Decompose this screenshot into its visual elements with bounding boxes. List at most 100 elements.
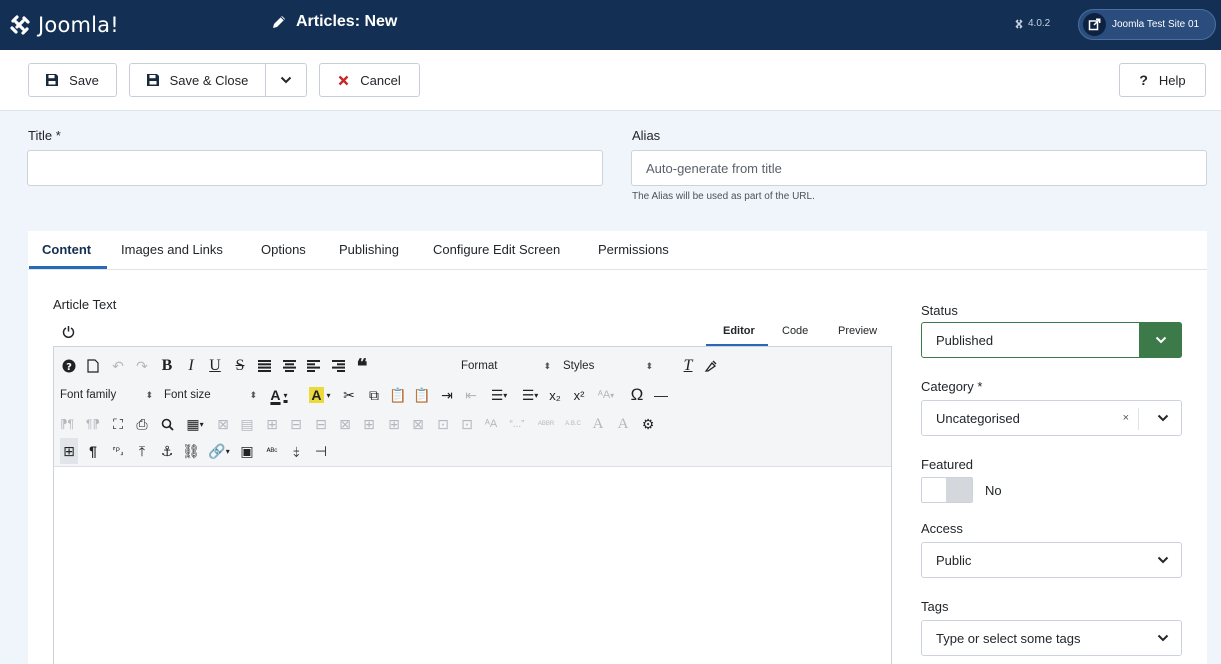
table-split-cells-icon[interactable]: ⊡: [434, 411, 452, 437]
format-select[interactable]: Format ⬍: [457, 355, 557, 377]
paint-format-icon[interactable]: [702, 353, 720, 379]
tab-configure-edit-screen[interactable]: Configure Edit Screen: [433, 231, 560, 270]
save-dropdown-button[interactable]: [265, 63, 307, 97]
show-blocks-icon[interactable]: ¶: [84, 438, 102, 464]
table-delete-icon[interactable]: ⊠: [214, 411, 232, 437]
copy-icon[interactable]: ⧉: [365, 382, 383, 408]
strikethrough-icon[interactable]: S: [231, 353, 249, 379]
spellcheck-icon[interactable]: ᴬᴮᶜ: [263, 438, 281, 464]
paste-icon[interactable]: 📋: [389, 382, 407, 408]
horizontal-rule-icon[interactable]: —: [652, 382, 670, 408]
table-merge-cells-icon[interactable]: ⊡: [458, 411, 476, 437]
mode-editor[interactable]: Editor: [723, 325, 755, 337]
mode-preview[interactable]: Preview: [838, 325, 877, 337]
table-icon[interactable]: ▦ ▾: [182, 411, 208, 437]
template-icon[interactable]: ⸢ᴾ⸥: [109, 438, 127, 464]
align-left-icon[interactable]: [304, 353, 322, 379]
joomla-version-icon: [1015, 18, 1023, 29]
outdent-icon[interactable]: ⇤: [462, 382, 480, 408]
help-button[interactable]: ? Help: [1119, 63, 1206, 97]
brand-name: Joomla!: [38, 13, 119, 37]
align-center-icon[interactable]: [280, 353, 298, 379]
save-button[interactable]: Save: [28, 63, 117, 97]
styles-select-label: Styles: [563, 360, 595, 372]
redo-icon[interactable]: ↷: [133, 353, 151, 379]
superscript-icon[interactable]: x²: [570, 382, 588, 408]
tab-images-and-links[interactable]: Images and Links: [121, 231, 223, 270]
upload-icon[interactable]: ⤒: [133, 438, 151, 464]
cancel-button[interactable]: Cancel: [319, 63, 420, 97]
featured-toggle[interactable]: [921, 477, 973, 503]
tab-options[interactable]: Options: [261, 231, 306, 270]
insert-block-icon[interactable]: ⊣: [312, 438, 330, 464]
special-character-icon[interactable]: Ω: [628, 382, 646, 408]
abbr-icon[interactable]: ABBR: [535, 411, 557, 437]
align-right-icon[interactable]: [329, 353, 347, 379]
styles-select[interactable]: Styles ⬍: [559, 355, 659, 377]
tab-content[interactable]: Content: [42, 231, 91, 270]
table-delete-row-icon[interactable]: ⊠: [336, 411, 354, 437]
unlink-icon[interactable]: ⛓: [182, 438, 200, 464]
image-icon[interactable]: ▣: [238, 438, 256, 464]
bullet-list-icon[interactable]: ☰ ▾: [518, 382, 542, 408]
table-insert-col-after-icon[interactable]: ⊞: [385, 411, 403, 437]
font-size-select[interactable]: Font size ⬍: [160, 384, 263, 406]
blockquote-icon[interactable]: ❝: [353, 353, 371, 379]
save-close-button[interactable]: Save & Close: [129, 63, 266, 97]
underline-icon[interactable]: U: [206, 353, 224, 379]
table-row-props-icon[interactable]: ▤: [238, 411, 256, 437]
help-icon[interactable]: ?: [60, 353, 78, 379]
access-select[interactable]: Public: [921, 542, 1182, 578]
category-select[interactable]: Uncategorised ×: [921, 400, 1182, 436]
fullscreen-icon[interactable]: ⛶: [109, 411, 127, 437]
alias-input[interactable]: [631, 150, 1207, 186]
indent-icon[interactable]: ⇥: [438, 382, 456, 408]
visual-aid-icon[interactable]: ⊞: [60, 438, 78, 464]
quote-icon[interactable]: “...”: [506, 411, 528, 437]
align-justify-icon[interactable]: [255, 353, 273, 379]
page-break-icon[interactable]: ⤈: [287, 438, 305, 464]
clear-formatting-icon[interactable]: T: [679, 353, 697, 379]
anchor-icon[interactable]: ⚓: [158, 438, 176, 464]
table-insert-row-before-icon[interactable]: ⊟: [287, 411, 305, 437]
title-input[interactable]: [27, 150, 603, 186]
joomla-logo[interactable]: Joomla!: [8, 8, 119, 42]
ltr-icon[interactable]: ⁋¶: [58, 411, 76, 437]
new-document-icon[interactable]: [84, 353, 102, 379]
power-icon[interactable]: [62, 325, 75, 338]
highlight-color-icon[interactable]: A ▾: [306, 382, 334, 408]
gear-icon[interactable]: ⚙: [639, 411, 657, 437]
tags-select[interactable]: Type or select some tags: [921, 620, 1182, 656]
table-delete-col-icon[interactable]: ⊠: [409, 411, 427, 437]
print-icon[interactable]: ⎙: [133, 411, 151, 437]
insert-text-icon[interactable]: A: [589, 411, 607, 437]
table-insert-row-after-icon[interactable]: ⊟: [312, 411, 330, 437]
italic-icon[interactable]: I: [182, 353, 200, 379]
paste-text-icon[interactable]: 📋: [413, 382, 431, 408]
letter-spacing-icon[interactable]: ᴬA ▾: [593, 382, 619, 408]
clear-icon[interactable]: ×: [1123, 412, 1129, 424]
subscript-icon[interactable]: x₂: [546, 382, 564, 408]
mode-code[interactable]: Code: [782, 325, 808, 337]
visual-chars-icon[interactable]: ᴬA: [482, 411, 500, 437]
table-cell-props-icon[interactable]: ⊞: [263, 411, 281, 437]
tab-publishing[interactable]: Publishing: [339, 231, 399, 270]
cut-icon[interactable]: ✂: [340, 382, 358, 408]
search-icon[interactable]: [158, 411, 176, 437]
status-select[interactable]: Published: [921, 322, 1182, 358]
tab-permissions[interactable]: Permissions: [598, 231, 669, 270]
acronym-icon[interactable]: A.B.C: [562, 411, 584, 437]
text-color-icon[interactable]: A ▾: [265, 382, 293, 408]
bold-icon[interactable]: B: [158, 353, 176, 379]
chevron-down-icon: [1157, 414, 1169, 422]
delete-text-icon[interactable]: A: [614, 411, 632, 437]
font-family-select[interactable]: Font family ⬍: [56, 384, 159, 406]
table-insert-col-before-icon[interactable]: ⊞: [360, 411, 378, 437]
link-icon[interactable]: 🔗 ▾: [206, 438, 232, 464]
undo-icon[interactable]: ↶: [109, 353, 127, 379]
version-info: 4.0.2: [1014, 18, 1050, 29]
rtl-icon[interactable]: ¶⁋: [84, 411, 102, 437]
site-name: Joomla Test Site 01: [1112, 19, 1200, 30]
site-link[interactable]: Joomla Test Site 01: [1078, 9, 1216, 40]
numbered-list-icon[interactable]: ☰ ▾: [487, 382, 511, 408]
